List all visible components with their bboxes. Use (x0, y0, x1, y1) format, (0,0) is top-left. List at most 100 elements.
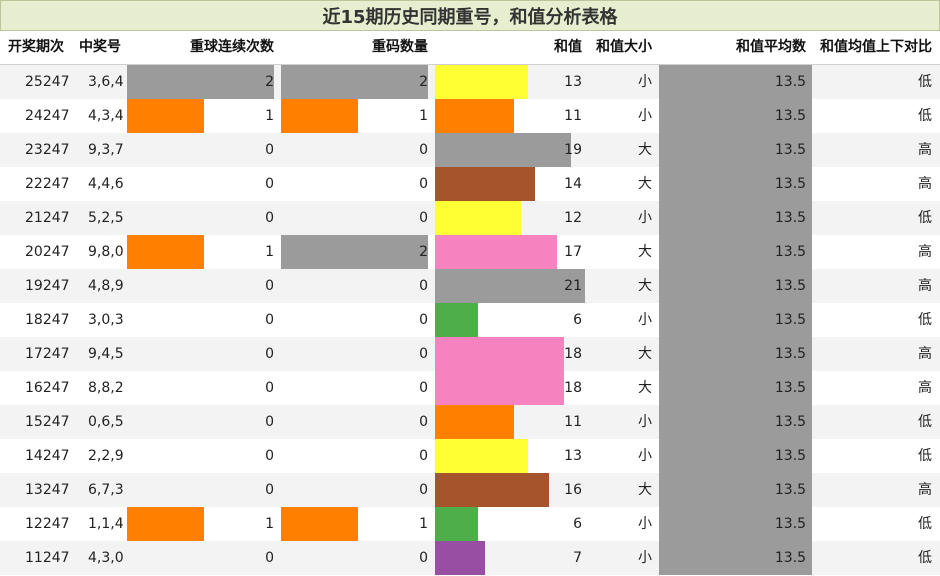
cell-period: 11247 (25, 550, 70, 566)
cell-size: 小 (638, 414, 652, 430)
cell-compare: 低 (918, 74, 932, 90)
cell-sum: 14 (564, 176, 582, 192)
cell-compare: 低 (918, 550, 932, 566)
cell-number: 6,7,3 (88, 482, 124, 498)
cell-number: 9,3,7 (88, 142, 124, 158)
cell-compare: 高 (918, 176, 932, 192)
header-number: 中奖号 (79, 39, 121, 55)
cell-repeat-count: 0 (419, 380, 428, 396)
cell-size: 大 (638, 176, 652, 192)
table-title: 近15期历史同期重号，和值分析表格 (0, 0, 940, 31)
cell-repeat-count: 0 (419, 210, 428, 226)
cell-number: 0,6,5 (88, 414, 124, 430)
table-header: 开奖期次 中奖号 重球连续次数 重码数量 和值 和值大小 和值平均数 和值均值上… (0, 31, 940, 65)
table-body: 25247 3,6,4 2 2 13 小 13.5 低 24247 4,3,4 1 1 11 小 13.5 低… (0, 65, 940, 575)
cell-repeat-streak: 0 (265, 482, 274, 498)
cell-period: 18247 (25, 312, 70, 328)
table-row: 21247 5,2,5 0 0 12 小 13.5 低 (0, 201, 940, 235)
cell-repeat-count: 0 (419, 550, 428, 566)
cell-avg: 13.5 (774, 176, 806, 192)
cell-repeat-count: 2 (419, 244, 428, 260)
cell-repeat-streak: 0 (265, 550, 274, 566)
header-sum: 和值 (554, 39, 582, 55)
cell-sum: 6 (573, 312, 582, 328)
cell-avg: 13.5 (774, 210, 806, 226)
cell-repeat-count: 0 (419, 414, 428, 430)
cell-size: 小 (638, 312, 652, 328)
cell-repeat-streak: 0 (265, 448, 274, 464)
cell-repeat-count: 0 (419, 482, 428, 498)
cell-number: 9,4,5 (88, 346, 124, 362)
cell-avg: 13.5 (774, 244, 806, 260)
header-compare: 和值均值上下对比 (820, 39, 932, 55)
cell-avg: 13.5 (774, 74, 806, 90)
table-row: 12247 1,1,4 1 1 6 小 13.5 低 (0, 507, 940, 541)
cell-compare: 高 (918, 482, 932, 498)
cell-compare: 高 (918, 346, 932, 362)
cell-period: 22247 (25, 176, 70, 192)
cell-compare: 低 (918, 312, 932, 328)
cell-sum: 13 (564, 74, 582, 90)
cell-period: 19247 (25, 278, 70, 294)
table-row: 25247 3,6,4 2 2 13 小 13.5 低 (0, 65, 940, 99)
cell-number: 4,3,0 (88, 550, 124, 566)
cell-repeat-count: 0 (419, 142, 428, 158)
cell-period: 17247 (25, 346, 70, 362)
cell-number: 4,8,9 (88, 278, 124, 294)
cell-avg: 13.5 (774, 312, 806, 328)
cell-period: 15247 (25, 414, 70, 430)
cell-size: 小 (638, 550, 652, 566)
header-size: 和值大小 (596, 39, 652, 55)
cell-sum: 13 (564, 448, 582, 464)
cell-size: 大 (638, 278, 652, 294)
table-row: 13247 6,7,3 0 0 16 大 13.5 高 (0, 473, 940, 507)
header-repeat-streak: 重球连续次数 (190, 39, 274, 55)
cell-size: 小 (638, 448, 652, 464)
cell-sum: 21 (564, 278, 582, 294)
table-row: 15247 0,6,5 0 0 11 小 13.5 低 (0, 405, 940, 439)
cell-repeat-count: 0 (419, 278, 428, 294)
cell-avg: 13.5 (774, 346, 806, 362)
cell-repeat-count: 0 (419, 346, 428, 362)
cell-period: 24247 (25, 108, 70, 124)
cell-compare: 低 (918, 210, 932, 226)
cell-period: 20247 (25, 244, 70, 260)
cell-repeat-streak: 1 (265, 516, 274, 532)
cell-period: 25247 (25, 74, 70, 90)
cell-sum: 11 (564, 108, 582, 124)
cell-avg: 13.5 (774, 482, 806, 498)
cell-avg: 13.5 (774, 414, 806, 430)
cell-repeat-streak: 0 (265, 346, 274, 362)
cell-sum: 12 (564, 210, 582, 226)
cell-repeat-count: 2 (419, 74, 428, 90)
cell-avg: 13.5 (774, 108, 806, 124)
cell-repeat-count: 1 (419, 516, 428, 532)
cell-compare: 高 (918, 142, 932, 158)
cell-repeat-streak: 0 (265, 278, 274, 294)
cell-compare: 高 (918, 244, 932, 260)
cell-period: 14247 (25, 448, 70, 464)
cell-size: 小 (638, 74, 652, 90)
cell-repeat-count: 0 (419, 448, 428, 464)
cell-sum: 16 (564, 482, 582, 498)
cell-period: 23247 (25, 142, 70, 158)
cell-sum: 18 (564, 346, 582, 362)
cell-repeat-count: 0 (419, 176, 428, 192)
cell-period: 13247 (25, 482, 70, 498)
cell-period: 16247 (25, 380, 70, 396)
cell-repeat-streak: 0 (265, 210, 274, 226)
cell-compare: 低 (918, 516, 932, 532)
cell-avg: 13.5 (774, 516, 806, 532)
cell-sum: 6 (573, 516, 582, 532)
cell-size: 大 (638, 482, 652, 498)
cell-number: 3,0,3 (88, 312, 124, 328)
header-repeat-count: 重码数量 (372, 39, 428, 55)
cell-compare: 低 (918, 448, 932, 464)
table-row: 24247 4,3,4 1 1 11 小 13.5 低 (0, 99, 940, 133)
cell-size: 大 (638, 346, 652, 362)
cell-period: 21247 (25, 210, 70, 226)
cell-avg: 13.5 (774, 550, 806, 566)
cell-compare: 低 (918, 108, 932, 124)
cell-size: 小 (638, 108, 652, 124)
cell-number: 8,8,2 (88, 380, 124, 396)
